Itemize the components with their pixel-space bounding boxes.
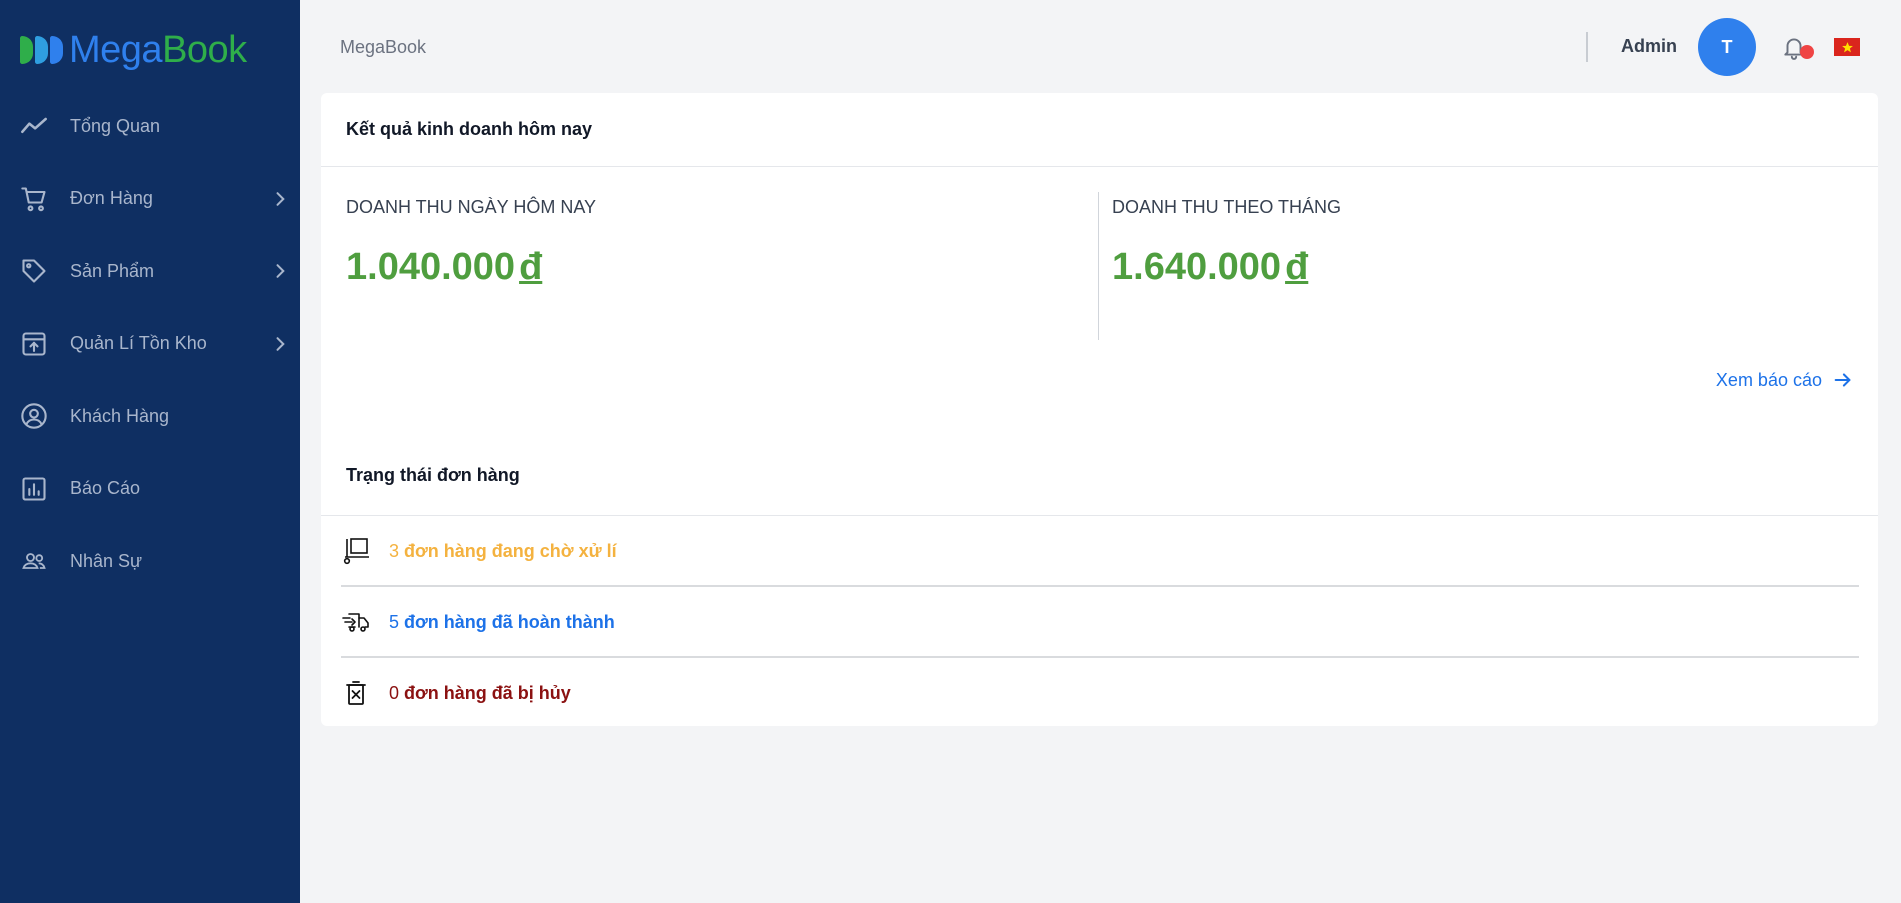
month-revenue-label: DOANH THU THEO THÁNG bbox=[1112, 197, 1342, 217]
flag-star-icon bbox=[1841, 41, 1853, 52]
month-revenue-stat: DOANH THU THEO THÁNG 1.640.000 đ bbox=[1112, 197, 1341, 289]
stat-divider bbox=[1098, 192, 1099, 340]
dashboard-card: Kết quả kinh doanh hôm nay DOANH THU NGÀ… bbox=[321, 93, 1878, 726]
order-count: 3 bbox=[389, 540, 400, 561]
today-revenue-amount: 1.040.000 bbox=[346, 246, 516, 288]
brand-name: MegaBook bbox=[69, 30, 247, 70]
header-divider bbox=[1586, 32, 1588, 62]
vietnam-flag-icon[interactable] bbox=[1834, 38, 1860, 56]
order-status-text: đơn hàng đã hoàn thành bbox=[404, 611, 615, 632]
sidebar-item-quan-li-ton-kho[interactable]: Quản Lí Tồn Kho bbox=[0, 308, 300, 381]
order-count: 5 bbox=[389, 611, 400, 632]
arrow-right-icon bbox=[1834, 373, 1851, 387]
tag-icon bbox=[20, 257, 48, 285]
sidebar: MegaBook Tổng Quan Đơn Hàng Sản Phẩm Quả… bbox=[0, 0, 300, 903]
month-revenue-amount: 1.640.000 bbox=[1112, 246, 1282, 288]
chevron-right-icon[interactable] bbox=[270, 189, 290, 209]
sidebar-item-label: Tổng Quan bbox=[70, 115, 161, 136]
business-results-title: Kết quả kinh doanh hôm nay bbox=[321, 93, 1878, 167]
chevron-right-icon[interactable] bbox=[270, 334, 290, 354]
order-count: 0 bbox=[389, 682, 400, 703]
today-revenue-value: 1.040.000 đ bbox=[346, 246, 596, 289]
sidebar-nav: Tổng Quan Đơn Hàng Sản Phẩm Quản Lí Tồn … bbox=[0, 90, 300, 598]
view-report-label: Xem báo cáo bbox=[1715, 369, 1822, 390]
sidebar-item-label: Nhân Sự bbox=[70, 550, 143, 571]
order-status-completed[interactable]: 5 đơn hàng đã hoàn thành bbox=[341, 587, 1859, 657]
order-status-cancelled[interactable]: 0 đơn hàng đã bị hủy bbox=[341, 658, 1859, 728]
order-status-title: Trạng thái đơn hàng bbox=[346, 465, 520, 485]
logo-mark-icon bbox=[20, 36, 63, 64]
delivery-truck-icon bbox=[341, 607, 371, 637]
cart-icon bbox=[20, 185, 48, 213]
trash-x-icon bbox=[341, 678, 371, 708]
chevron-right-icon[interactable] bbox=[270, 261, 290, 281]
sidebar-item-nhan-su[interactable]: Nhân Sự bbox=[0, 525, 300, 598]
top-header: MegaBook Admin T bbox=[300, 0, 1901, 92]
view-report-link[interactable]: Xem báo cáo bbox=[1716, 369, 1854, 391]
user-name[interactable]: Admin bbox=[1621, 36, 1677, 57]
bar-report-icon bbox=[20, 475, 48, 503]
pallet-icon bbox=[341, 536, 371, 566]
avatar[interactable]: T bbox=[1698, 18, 1756, 76]
brand-logo[interactable]: MegaBook bbox=[20, 30, 247, 70]
users-icon bbox=[20, 547, 48, 575]
sidebar-item-label: Sản Phẩm bbox=[70, 260, 155, 281]
order-status-text: đơn hàng đang chờ xử lí bbox=[404, 540, 617, 561]
sidebar-item-label: Đơn Hàng bbox=[70, 188, 153, 209]
brand-name-part2: Book bbox=[162, 29, 247, 71]
sidebar-item-bao-cao[interactable]: Báo Cáo bbox=[0, 453, 300, 526]
breadcrumb[interactable]: MegaBook bbox=[340, 37, 426, 58]
trend-line-icon bbox=[20, 112, 48, 140]
order-status-pending[interactable]: 3 đơn hàng đang chờ xử lí bbox=[341, 516, 1859, 586]
notification-badge bbox=[1800, 45, 1814, 59]
sidebar-item-label: Quản Lí Tồn Kho bbox=[70, 333, 207, 354]
today-revenue-label: DOANH THU NGÀY HÔM NAY bbox=[346, 197, 597, 217]
order-status-text: đơn hàng đã bị hủy bbox=[404, 682, 571, 703]
sidebar-item-don-hang[interactable]: Đơn Hàng bbox=[0, 163, 300, 236]
sidebar-item-label: Báo Cáo bbox=[70, 478, 141, 499]
currency-symbol: đ bbox=[519, 246, 543, 288]
currency-symbol: đ bbox=[1285, 246, 1309, 288]
sidebar-item-khach-hang[interactable]: Khách Hàng bbox=[0, 380, 300, 453]
month-revenue-value: 1.640.000 đ bbox=[1112, 246, 1341, 289]
sidebar-item-tong-quan[interactable]: Tổng Quan bbox=[0, 90, 300, 163]
brand-name-part1: Mega bbox=[69, 29, 163, 71]
user-circle-icon bbox=[20, 402, 48, 430]
today-revenue-stat: DOANH THU NGÀY HÔM NAY 1.040.000 đ bbox=[346, 197, 596, 289]
archive-upload-icon bbox=[20, 330, 48, 358]
sidebar-item-label: Khách Hàng bbox=[70, 405, 170, 426]
sidebar-item-san-pham[interactable]: Sản Phẩm bbox=[0, 235, 300, 308]
